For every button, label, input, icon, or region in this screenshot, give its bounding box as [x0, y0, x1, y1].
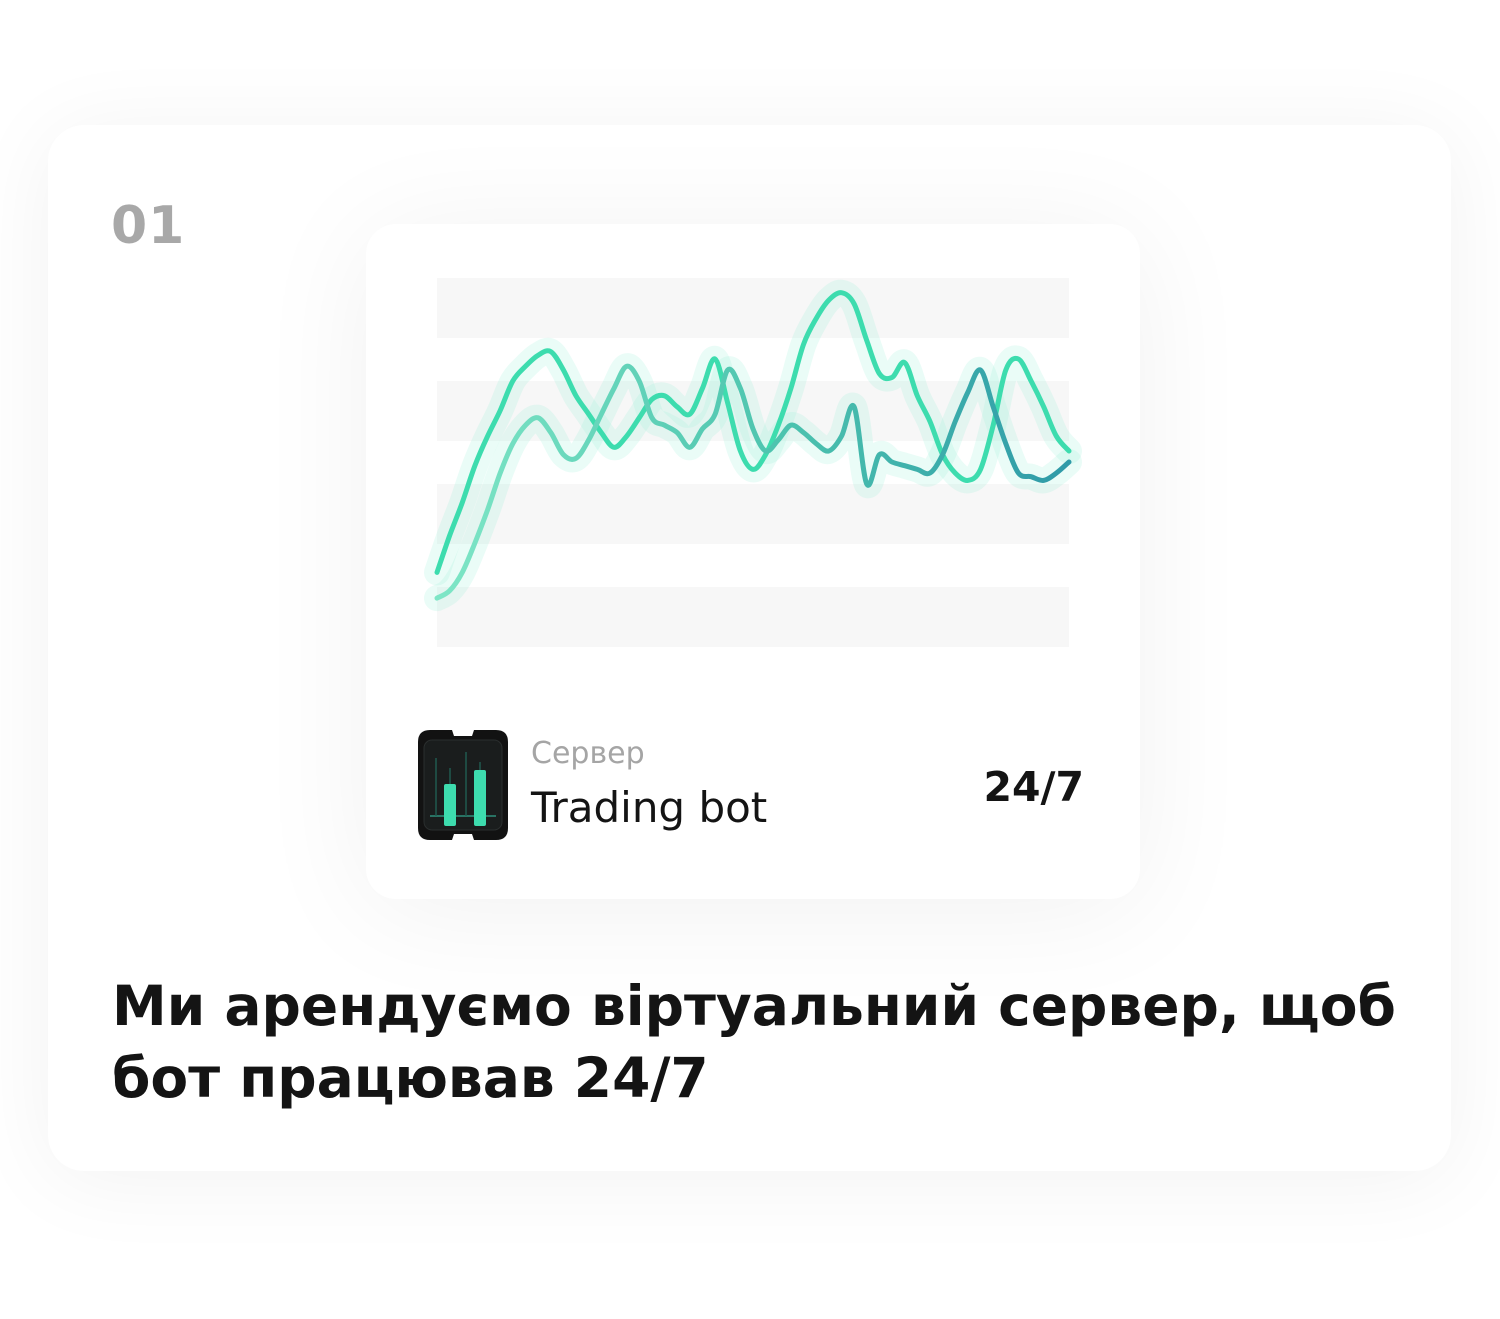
- grid-band: [437, 587, 1069, 647]
- server-name: Trading bot: [531, 783, 768, 832]
- uptime-badge: 24/7: [983, 763, 1084, 811]
- page: 01 Сервер Trading bot 24/7 Ми арендуємо …: [0, 0, 1500, 1319]
- price-line-chart: [424, 278, 1082, 647]
- grid-band: [437, 278, 1069, 338]
- chart-series: [424, 279, 1082, 612]
- trading-bot-candlestick-icon: [418, 730, 508, 840]
- server-label: Сервер: [531, 736, 645, 771]
- headline: Ми арендуємо віртуальний сервер, щоб бот…: [112, 974, 1396, 1110]
- grid-band: [437, 484, 1069, 544]
